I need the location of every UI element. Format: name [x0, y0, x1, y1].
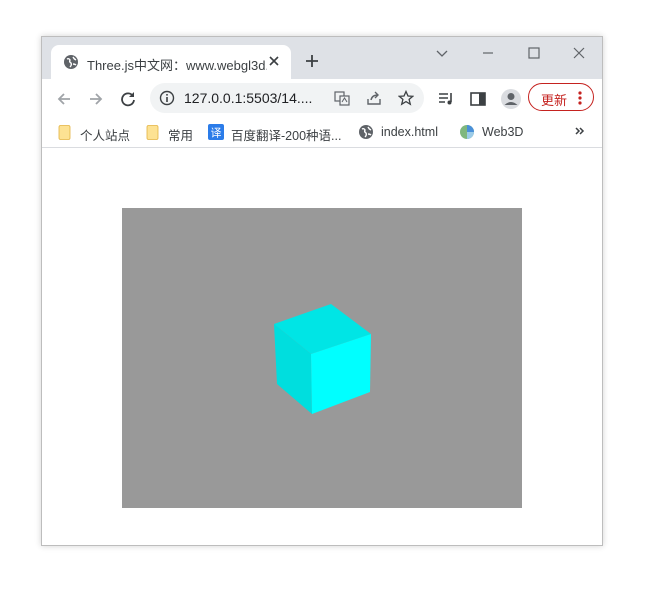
menu-dots-icon[interactable]	[577, 90, 583, 106]
more-bookmarks-icon[interactable]	[573, 124, 587, 138]
browser-tab[interactable]: Three.js中文网：www.webgl3d.cn	[51, 45, 291, 79]
globe-icon	[64, 55, 78, 69]
bookmark-label: 百度翻译-200种语...	[231, 129, 342, 143]
close-window-icon[interactable]	[571, 45, 587, 61]
minimize-icon[interactable]	[480, 45, 496, 61]
tab-search-icon[interactable]	[434, 45, 450, 61]
forward-icon[interactable]	[87, 90, 105, 108]
web3d-icon	[460, 125, 474, 139]
folder-icon	[58, 125, 71, 140]
title-bar: Three.js中文网：www.webgl3d.cn	[42, 37, 602, 79]
browser-window: Three.js中文网：www.webgl3d.cn 127.0.0.1:550…	[41, 36, 603, 546]
profile-avatar-icon[interactable]	[500, 88, 522, 110]
translate-page-icon[interactable]	[334, 90, 350, 106]
reload-icon[interactable]	[119, 90, 137, 108]
globe-icon	[359, 125, 373, 139]
folder-icon	[146, 125, 159, 140]
bookmark-label: index.html	[381, 125, 438, 139]
bookmark-label: Web3D	[482, 125, 524, 139]
translate-icon: 译	[208, 124, 224, 140]
update-button[interactable]: 更新	[528, 83, 594, 111]
back-icon[interactable]	[55, 90, 73, 108]
maximize-icon[interactable]	[526, 45, 542, 61]
share-icon[interactable]	[366, 90, 382, 106]
threejs-canvas[interactable]	[122, 208, 522, 508]
new-tab-icon[interactable]	[304, 53, 320, 69]
close-tab-icon[interactable]	[267, 54, 281, 68]
bookmark-label: 常用	[168, 129, 194, 143]
bookmark-star-icon[interactable]	[398, 90, 414, 106]
bookmarks-bar: 个人站点 常用 译 百度翻译-200种语... index.html Web3D	[42, 117, 602, 148]
update-button-label: 更新	[541, 93, 568, 108]
bookmark-label: 个人站点	[80, 129, 131, 143]
svg-text:译: 译	[211, 127, 222, 140]
address-bar[interactable]: 127.0.0.1:5503/14....	[150, 83, 424, 113]
media-icon[interactable]	[437, 90, 455, 108]
page-content	[42, 148, 602, 545]
site-info-icon[interactable]	[159, 90, 175, 106]
side-panel-icon[interactable]	[469, 90, 487, 108]
tab-title: Three.js中文网：www.webgl3d.cn	[87, 58, 267, 73]
navigation-toolbar: 127.0.0.1:5503/14.... 更新	[42, 79, 602, 117]
url-text: 127.0.0.1:5503/14....	[184, 90, 313, 106]
